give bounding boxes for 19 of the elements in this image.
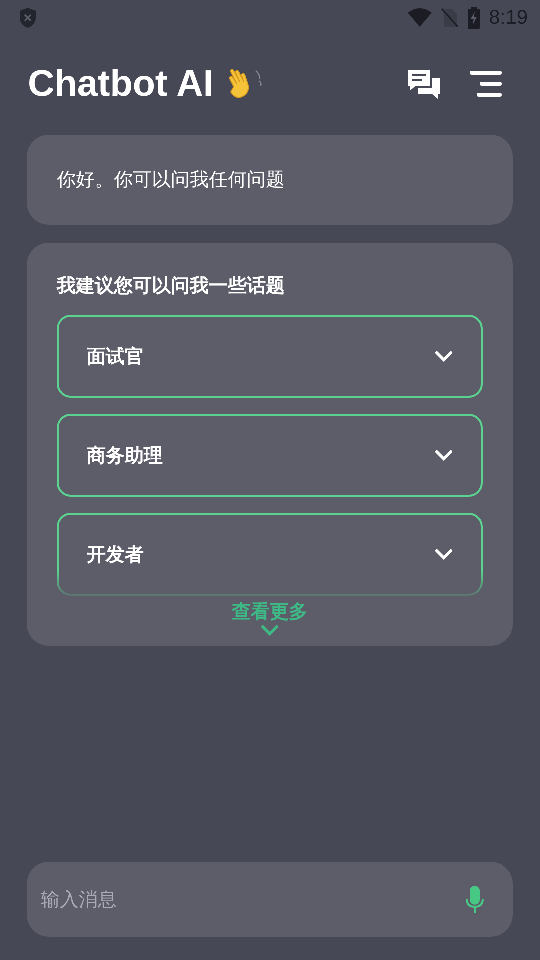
no-sim-icon [441, 8, 460, 28]
chevron-down-icon [435, 350, 453, 362]
microphone-icon[interactable] [465, 884, 485, 914]
greeting-message: 你好。你可以问我任何问题 [27, 135, 513, 225]
suggestions-heading: 我建议您可以问我一些话题 [57, 274, 286, 299]
message-input[interactable]: 输入消息 [39, 888, 465, 912]
topic-item[interactable]: 面试官 [57, 315, 483, 398]
chevron-down-icon [435, 548, 453, 560]
app-title: Chatbot AI [28, 63, 214, 105]
menu-icon[interactable] [470, 70, 504, 98]
chevron-down-icon [261, 625, 279, 637]
chat-bubbles-icon[interactable] [406, 68, 442, 100]
wifi-icon [407, 8, 434, 28]
shield-icon [18, 7, 38, 29]
battery-icon [467, 7, 482, 29]
topic-item[interactable]: 商务助理 [57, 414, 483, 497]
topic-item[interactable]: 开发者 [57, 513, 483, 596]
chevron-down-icon [435, 450, 453, 462]
message-field[interactable]: 输入消息 [27, 862, 513, 937]
